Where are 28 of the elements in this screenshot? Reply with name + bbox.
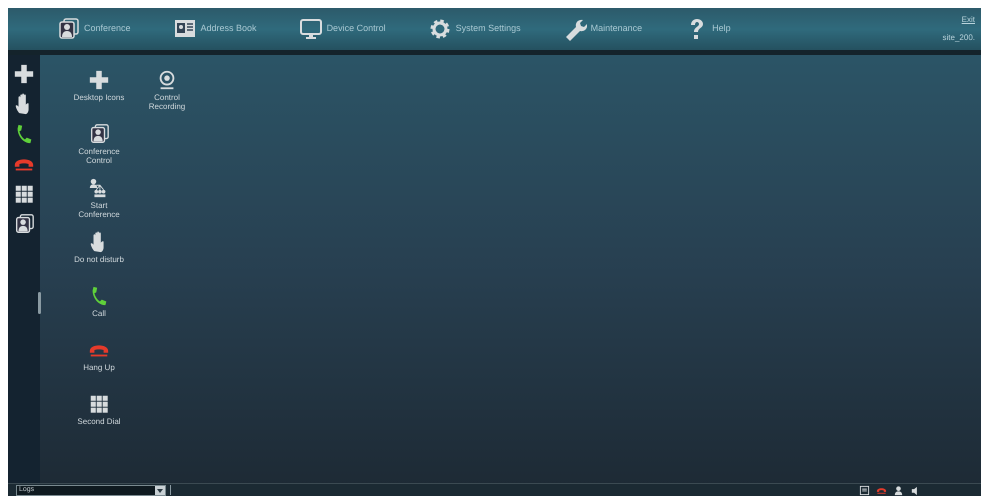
- desktop-shortcut[interactable]: Control Recording: [138, 69, 196, 119]
- collapse-handle[interactable]: [38, 292, 41, 314]
- dropdown-arrow-icon[interactable]: [155, 486, 165, 494]
- keypad-icon[interactable]: [13, 183, 35, 205]
- message-icon[interactable]: [859, 484, 870, 496]
- desktop-shortcut[interactable]: Conference Control: [70, 123, 128, 173]
- nav-item[interactable]: System Settings: [428, 17, 521, 41]
- plus-icon: [88, 69, 110, 91]
- desktop-shortcut[interactable]: Do not disturb: [70, 231, 128, 281]
- person-icon[interactable]: [893, 484, 904, 496]
- desktop-shortcut[interactable]: Second Dial: [70, 393, 128, 443]
- nav-item[interactable]: Conference: [56, 17, 131, 41]
- desktop-shortcut[interactable]: Desktop Icons: [70, 69, 128, 119]
- nav-item[interactable]: Address Book: [172, 17, 257, 41]
- nav-item[interactable]: Help: [684, 17, 731, 41]
- desktop-shortcut[interactable]: Hang Up: [70, 339, 128, 389]
- conference-icon[interactable]: [13, 213, 35, 235]
- plus-icon[interactable]: [13, 63, 35, 85]
- monitor-icon: [298, 17, 323, 41]
- site-label: site_200.: [942, 32, 975, 44]
- desktop-shortcut[interactable]: Start Conference: [70, 177, 128, 227]
- settings-icon: [428, 17, 452, 41]
- conference-icon: [88, 123, 110, 145]
- desktop-shortcut[interactable]: Call: [70, 285, 128, 335]
- nav-item[interactable]: Device Control: [298, 17, 386, 41]
- exit-link[interactable]: Exit: [962, 14, 975, 26]
- nav-item[interactable]: Maintenance: [562, 17, 642, 41]
- keypad-icon: [88, 393, 110, 415]
